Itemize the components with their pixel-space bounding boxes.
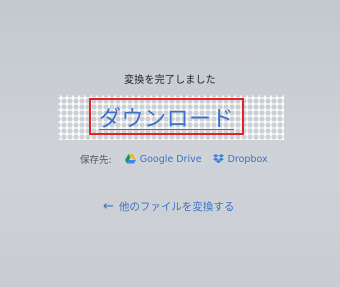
status-message: 変換を完了しました <box>124 75 216 86</box>
download-link[interactable]: ダウンロード <box>99 101 234 133</box>
google-drive-icon <box>124 154 136 164</box>
convert-other-files-link[interactable]: ← 他のファイルを変換する <box>103 199 234 214</box>
left-arrow-icon: ← <box>103 199 114 214</box>
conversion-complete-page: 変換を完了しました ダウンロード 保存先: Google Drive Dropb… <box>0 0 340 287</box>
convert-other-files-label: 他のファイルを変換する <box>118 201 235 213</box>
google-drive-label: Google Drive <box>139 153 202 165</box>
dropbox-label: Dropbox <box>227 153 268 165</box>
save-to-label: 保存先: <box>80 155 112 166</box>
google-drive-link[interactable]: Google Drive <box>124 153 202 165</box>
download-highlight-box: ダウンロード <box>89 98 244 135</box>
dropbox-icon <box>212 154 224 164</box>
save-destinations: 保存先: Google Drive Dropbox <box>80 152 268 167</box>
dropbox-link[interactable]: Dropbox <box>212 153 268 165</box>
